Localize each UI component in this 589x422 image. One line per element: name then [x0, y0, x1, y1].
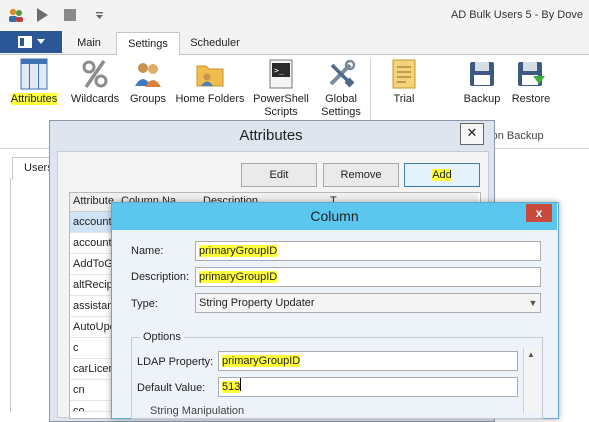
remove-button[interactable]: Remove	[323, 163, 399, 187]
file-menu-button[interactable]	[0, 31, 62, 53]
string-manipulation-label: String Manipulation	[150, 405, 245, 417]
powershell-scripts-button[interactable]: >_ PowerShell Scripts	[250, 58, 312, 120]
default-value-value: 513	[222, 381, 241, 393]
tab-main[interactable]: Main	[68, 32, 110, 54]
table-row[interactable]: co	[70, 401, 116, 412]
type-select[interactable]: String Property Updater	[195, 293, 541, 313]
name-field[interactable]: primaryGroupID	[195, 241, 541, 261]
license-document-icon	[388, 58, 420, 90]
close-icon[interactable]: x	[526, 204, 552, 222]
groups-label: Groups	[129, 93, 167, 105]
attributes-button[interactable]: Attributes	[6, 58, 62, 120]
columns-icon	[18, 58, 50, 90]
global-settings-button[interactable]: Global Settings	[316, 58, 366, 120]
text-caret	[240, 378, 241, 391]
table-row[interactable]: c	[70, 338, 116, 359]
floppy-disk-icon	[466, 58, 498, 90]
chevron-down-icon	[36, 39, 45, 44]
backup-label: Backup	[463, 93, 501, 105]
svg-text:>_: >_	[274, 66, 284, 75]
tab-scheduler[interactable]: Scheduler	[184, 32, 246, 54]
stop-icon[interactable]	[60, 6, 80, 24]
global-label-1: Global	[325, 93, 357, 105]
attributes-label: Attributes	[10, 93, 58, 105]
options-label: Options	[140, 331, 184, 343]
backup-button[interactable]: Backup	[460, 58, 504, 120]
restore-button[interactable]: Restore	[508, 58, 554, 120]
table-row[interactable]: carLicer	[70, 359, 116, 380]
table-row[interactable]: assistan	[70, 296, 116, 317]
scroll-up-icon[interactable]: ▲	[523, 348, 539, 362]
default-value-label: Default Value:	[137, 382, 206, 394]
tab-settings[interactable]: Settings	[116, 32, 180, 56]
ldap-property-field[interactable]: primaryGroupID	[218, 351, 518, 371]
play-icon[interactable]	[32, 6, 52, 24]
description-value: primaryGroupID	[199, 271, 278, 283]
powershell-label-1: PowerShell	[253, 93, 309, 105]
groups-button[interactable]: Groups	[126, 58, 170, 120]
attributes-dialog-title: Attributes	[239, 127, 303, 144]
ldap-property-value: primaryGroupID	[222, 355, 301, 367]
home-folders-label: Home Folders	[175, 93, 245, 105]
column-dialog-title: Column	[310, 208, 359, 224]
add-button[interactable]: Add	[404, 163, 480, 187]
table-row[interactable]: cn	[70, 380, 116, 401]
script-console-icon: >_	[265, 58, 297, 90]
description-field[interactable]: primaryGroupID	[195, 267, 541, 287]
trial-button[interactable]: Trial	[384, 58, 424, 120]
edit-button[interactable]: Edit	[241, 163, 317, 187]
name-label: Name:	[131, 245, 164, 257]
table-row[interactable]: account	[70, 212, 116, 233]
window-title: AD Bulk Users 5 - By Dove	[450, 9, 583, 21]
tools-icon	[325, 58, 357, 90]
add-button-label: Add	[432, 169, 452, 181]
home-folder-icon	[194, 58, 226, 90]
home-folders-button[interactable]: Home Folders	[174, 58, 246, 120]
default-value-field[interactable]: 513	[218, 377, 518, 397]
powershell-label-2: Scripts	[264, 106, 298, 118]
users-group-icon	[132, 58, 164, 90]
table-row[interactable]: account	[70, 233, 116, 254]
table-row[interactable]: AutoUpd	[70, 317, 116, 338]
restore-label: Restore	[511, 93, 551, 105]
table-row[interactable]: AddToG	[70, 254, 116, 275]
trial-label: Trial	[393, 93, 415, 105]
table-row[interactable]: altRecip	[70, 275, 116, 296]
close-icon[interactable]: ✕	[460, 123, 484, 145]
type-label: Type:	[131, 298, 158, 310]
wildcards-button[interactable]: Wildcards	[68, 58, 122, 120]
name-value: primaryGroupID	[199, 245, 278, 257]
app-logo-icon[interactable]	[5, 6, 27, 24]
global-label-2: Settings	[321, 106, 361, 118]
description-label: Description:	[131, 271, 190, 283]
floppy-restore-icon	[515, 58, 547, 90]
menu-icon	[17, 36, 32, 48]
chevron-down-icon[interactable]: ▼	[526, 294, 540, 312]
percent-icon	[79, 58, 111, 90]
ldap-property-label: LDAP Property:	[137, 356, 214, 368]
dropdown-arrow-icon[interactable]	[92, 6, 106, 24]
wildcards-label: Wildcards	[70, 93, 120, 105]
